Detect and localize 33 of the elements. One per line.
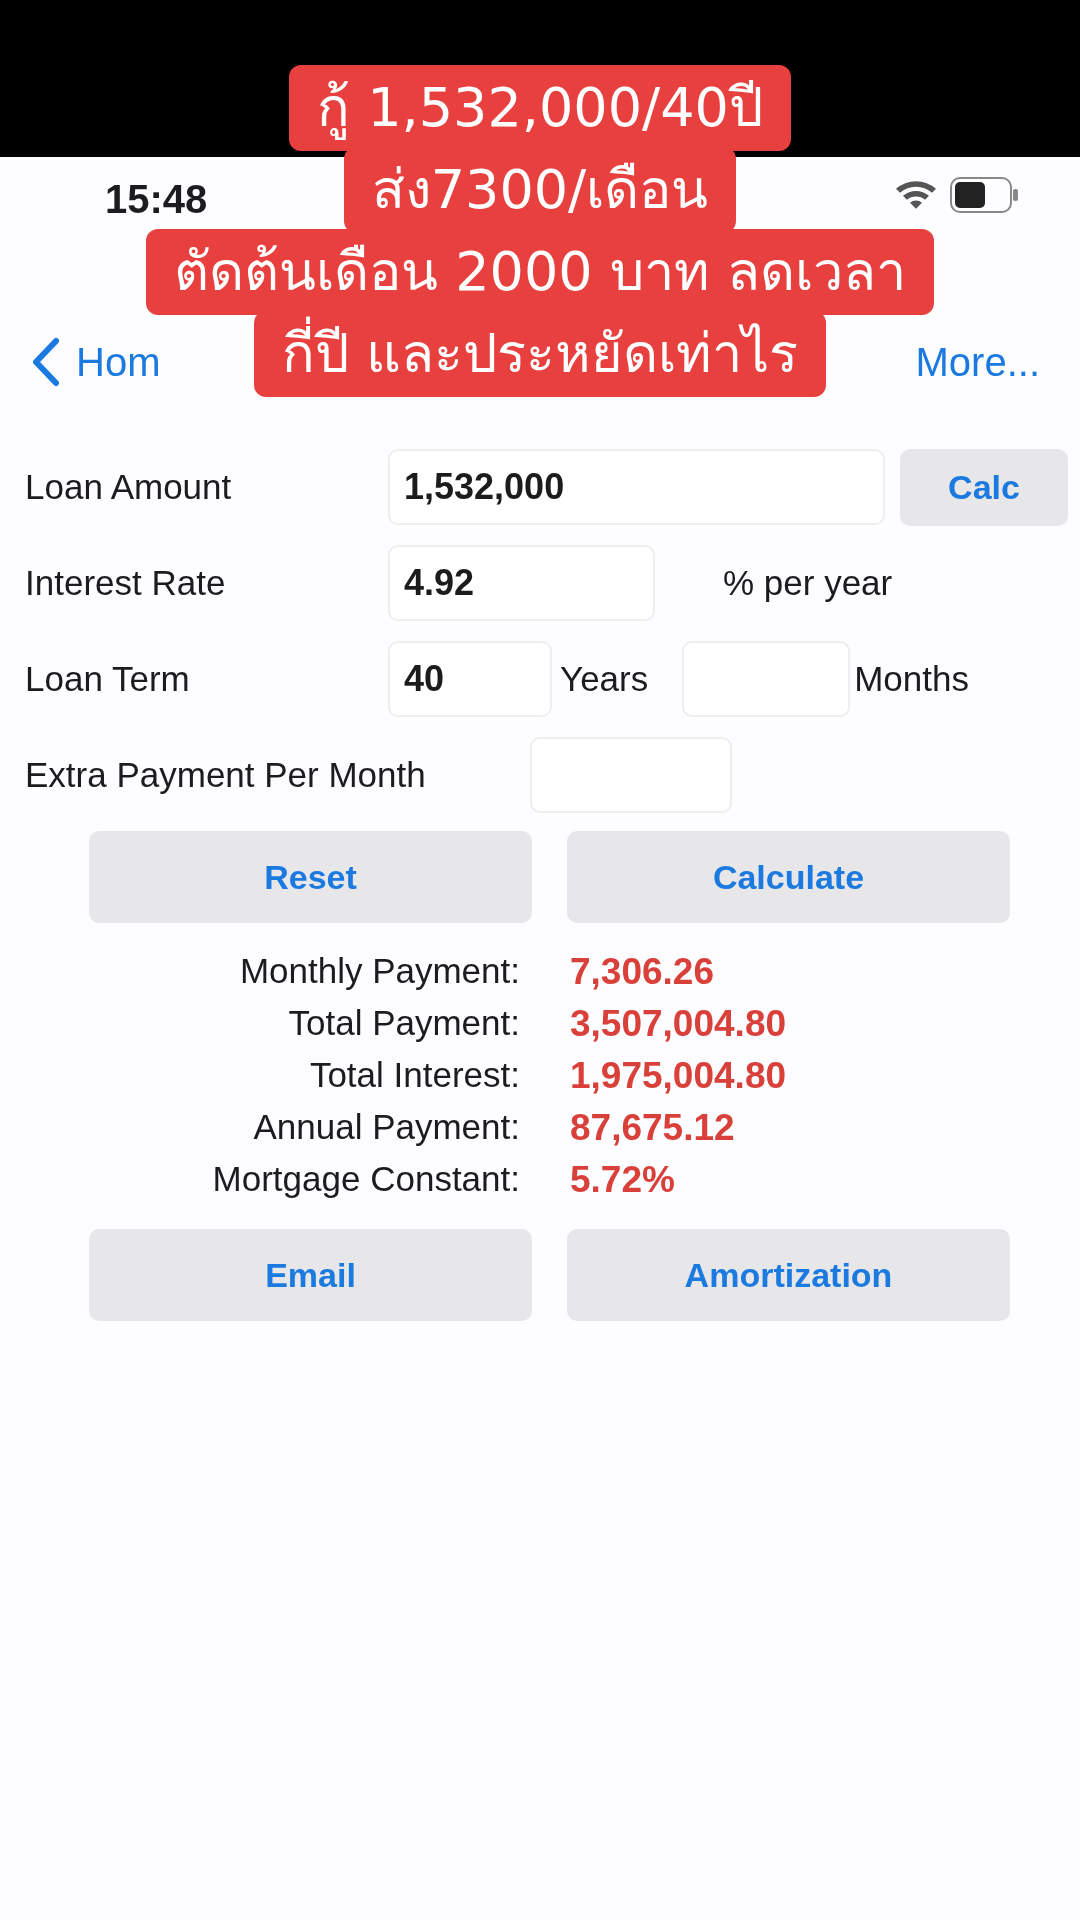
result-label: Total Interest: — [308, 1055, 520, 1096]
action-button[interactable]: Email — [89, 1229, 532, 1321]
result-label: Mortgage Constant: — [211, 1159, 520, 1200]
interest-rate-field[interactable]: 4.92 — [388, 545, 655, 621]
action-button[interactable]: Reset — [89, 831, 532, 923]
action-button[interactable]: Calculate — [567, 831, 1010, 923]
status-time: 15:48 — [105, 177, 208, 222]
loan-amount-field[interactable]: 1,532,000 — [388, 449, 885, 525]
unit-label: % per year — [723, 563, 893, 603]
result-value: 7,306.26 — [570, 951, 716, 993]
field-label: Extra Payment Per Month — [25, 755, 427, 795]
result-label: Total Payment: — [287, 1003, 520, 1044]
caption-text: กู้ 1,532,000/40ปี — [289, 65, 791, 151]
action-button[interactable]: Amortization — [567, 1229, 1010, 1321]
caption-text: ตัดต้นเดือน 2000 บาท ลดเวลา — [146, 229, 934, 315]
result-value: 3,507,004.80 — [570, 1003, 788, 1045]
result-value: 5.72% — [570, 1159, 676, 1201]
battery-icon — [950, 177, 1020, 213]
wifi-icon — [896, 181, 936, 209]
unit-label: Months — [854, 659, 969, 699]
calc-button[interactable]: Calc — [900, 448, 1068, 526]
result-value: 1,975,004.80 — [570, 1055, 788, 1097]
back-link[interactable]: Hom — [30, 337, 161, 387]
result-label: Monthly Payment: — [238, 951, 520, 992]
unit-label: Years — [560, 659, 649, 699]
result-label: Annual Payment: — [252, 1107, 520, 1148]
field-label: Interest Rate — [25, 563, 227, 603]
chevron-icon — [30, 337, 60, 387]
field-label: Loan Term — [25, 659, 191, 699]
more-link[interactable]: More... — [915, 339, 1040, 385]
field-label: Loan Amount — [25, 467, 233, 507]
years-field[interactable]: 40 — [388, 641, 552, 717]
result-value: 87,675.12 — [570, 1107, 736, 1149]
